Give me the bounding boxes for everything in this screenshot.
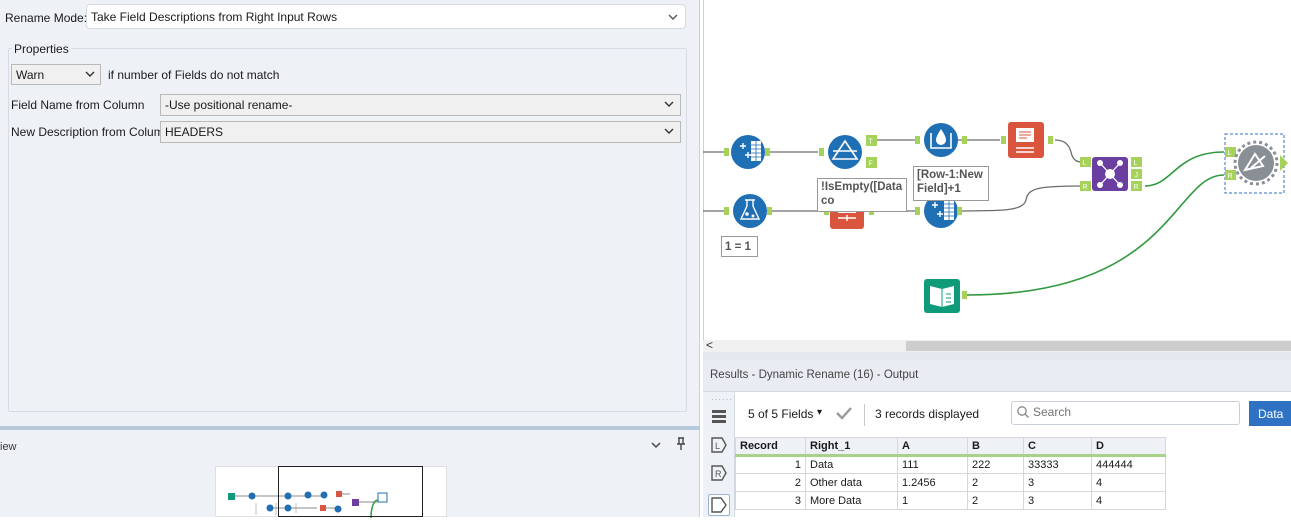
table-row[interactable]: 3 More Data 1 2 3 4 (735, 491, 1166, 510)
all-outputs-button[interactable] (708, 406, 730, 428)
table-cell[interactable]: 33333 (1023, 455, 1092, 474)
generate-rows-annotation: 1 = 1 (721, 236, 758, 257)
results-separator[interactable] (703, 352, 1291, 360)
search-input[interactable] (1033, 404, 1233, 420)
fields-selector[interactable]: 5 of 5 Fields (748, 407, 813, 421)
multi-field-formula-tool-icon[interactable] (724, 135, 770, 169)
scroll-left-arrow-icon[interactable]: < (706, 338, 713, 352)
rename-left-anchor-label: L (1228, 150, 1232, 157)
table-row[interactable]: 1 Data 111 222 33333 444444 (735, 455, 1166, 474)
svg-text:L: L (715, 441, 720, 451)
data-view-button[interactable]: Data (1249, 401, 1291, 426)
table-cell[interactable]: 2 (967, 473, 1024, 492)
chevron-down-icon (667, 11, 679, 23)
field-name-value: -Use positional rename- (165, 98, 293, 112)
table-header-row: Record Right_1 A B C D (735, 437, 1166, 457)
properties-legend: Properties (12, 42, 71, 56)
caret-down-icon[interactable]: ▾ (817, 407, 822, 418)
column-header-b[interactable]: B (967, 437, 1024, 457)
rename-mode-dropdown[interactable]: Take Field Descriptions from Right Input… (86, 4, 686, 29)
table-cell[interactable]: 4 (1091, 473, 1166, 492)
table-cell[interactable]: 3 (1023, 491, 1092, 510)
table-cell[interactable]: Other data (805, 473, 898, 492)
join-r-out-anchor-label: R (1134, 184, 1139, 191)
select-records-tool-icon[interactable] (1001, 122, 1053, 158)
formula-annotation: [Row-1:New Field]+1 (913, 166, 989, 201)
records-displayed-label: 3 records displayed (875, 407, 980, 421)
table-cell[interactable]: 1 (897, 491, 968, 510)
generate-rows-tool-icon[interactable] (724, 194, 772, 228)
table-cell[interactable]: 2 (967, 491, 1024, 510)
results-table: Record Right_1 A B C D 1 Data 111 222 33… (735, 437, 1166, 510)
table-cell[interactable]: 4 (1091, 491, 1166, 510)
table-cell[interactable]: More Data (805, 491, 898, 510)
table-row[interactable]: 2 Other data 1.2456 2 3 4 (735, 473, 1166, 492)
scrollbar-thumb[interactable] (906, 341, 1291, 351)
table-cell[interactable]: Data (805, 455, 898, 474)
checkmark-icon[interactable] (835, 405, 853, 424)
field-name-label: Field Name from Column (11, 98, 145, 112)
record-number-cell[interactable]: 2 (735, 473, 806, 492)
join-l-out-anchor-label: L (1134, 160, 1138, 167)
join-tool-icon[interactable]: L R L J R (1080, 157, 1142, 191)
column-header-right-1[interactable]: Right_1 (805, 437, 898, 457)
left-output-button[interactable]: L (708, 434, 730, 456)
true-anchor-label: T (869, 139, 874, 146)
join-j-out-anchor-label: J (1135, 172, 1139, 179)
column-header-a[interactable]: A (897, 437, 968, 457)
table-cell[interactable]: 1.2456 (897, 473, 968, 492)
svg-text:R: R (715, 469, 722, 479)
column-header-record[interactable]: Record (735, 437, 806, 457)
warn-value: Warn (16, 68, 45, 82)
filter-annotation: !IsEmpty([Data co (817, 178, 907, 212)
dynamic-rename-tool-icon[interactable]: L R (1224, 133, 1288, 194)
collapse-chevron-icon[interactable] (649, 438, 663, 455)
join-left-anchor-label: L (1083, 160, 1087, 167)
table-cell[interactable]: 3 (1023, 473, 1092, 492)
chevron-down-icon (84, 68, 96, 80)
table-cell[interactable]: 444444 (1091, 455, 1166, 474)
overview-title: iew (0, 441, 17, 453)
table-cell[interactable]: 111 (897, 455, 968, 474)
field-name-dropdown[interactable]: -Use positional rename- (160, 94, 681, 116)
minimap-viewport[interactable] (278, 466, 423, 517)
record-number-cell[interactable]: 1 (735, 455, 806, 474)
pin-icon[interactable] (673, 436, 689, 455)
table-cell[interactable]: 222 (967, 455, 1024, 474)
warn-dropdown[interactable]: Warn (11, 64, 101, 85)
text-input-tool-icon[interactable] (924, 279, 967, 313)
rename-mode-label: Rename Mode: (5, 11, 88, 25)
grip-dots-icon: ······ (711, 395, 733, 404)
new-description-value: HEADERS (165, 125, 224, 139)
workflow-diagram: T F L R L J R L R (703, 122, 1288, 313)
right-output-button[interactable]: R (708, 462, 730, 484)
join-right-anchor-label: R (1083, 184, 1088, 191)
column-header-d[interactable]: D (1091, 437, 1166, 457)
chevron-down-icon (663, 125, 675, 137)
column-header-c[interactable]: C (1023, 437, 1092, 457)
rename-right-anchor-label: R (1228, 173, 1233, 180)
chevron-down-icon (663, 98, 675, 110)
warn-suffix-label: if number of Fields do not match (108, 68, 280, 82)
search-icon (1016, 405, 1030, 422)
output-anchor-button[interactable] (708, 494, 730, 516)
results-title: Results - Dynamic Rename (16) - Output (710, 369, 919, 381)
filter-tool-icon[interactable]: T F (819, 135, 877, 169)
toolbar-divider (864, 404, 865, 426)
record-number-cell[interactable]: 3 (735, 491, 806, 510)
new-description-label: New Description from Column (11, 125, 171, 139)
false-anchor-label: F (869, 161, 873, 168)
rename-mode-value: Take Field Descriptions from Right Input… (91, 10, 338, 24)
new-description-dropdown[interactable]: HEADERS (160, 121, 681, 143)
